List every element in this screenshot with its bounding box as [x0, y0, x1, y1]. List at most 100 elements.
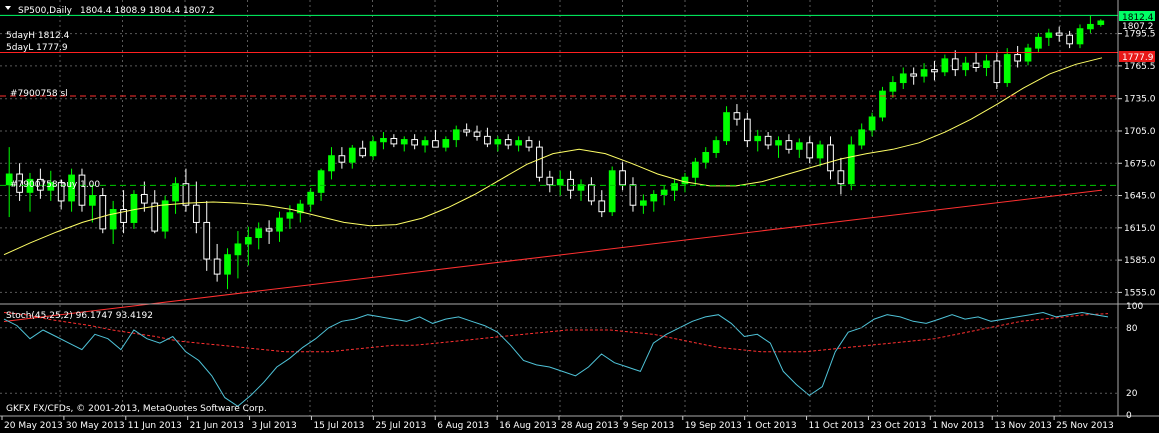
candle-body [99, 195, 107, 230]
candle-body [1055, 32, 1063, 36]
candle-body [608, 170, 616, 213]
candle-body [1076, 28, 1084, 45]
symbol-header: SP500,Daily 1804.4 1808.9 1804.4 1807.2 [5, 6, 215, 16]
time-tick-label: 1 Nov 2013 [932, 421, 984, 431]
candle-body [307, 191, 315, 205]
candle-body [338, 155, 346, 163]
candle-body [1066, 34, 1073, 45]
candle-body [941, 58, 949, 73]
stop-loss-label: #7900758 sl [10, 89, 68, 99]
candle-body [411, 139, 419, 146]
time-tick-label: 16 Aug 2013 [499, 421, 557, 431]
time-tick-label: 19 Sep 2013 [685, 421, 742, 431]
candle-body [130, 193, 138, 223]
candle-body [588, 184, 595, 202]
candle-body [192, 204, 200, 223]
candle-body [369, 141, 377, 157]
candle-body [712, 140, 720, 153]
candle-body [951, 58, 959, 71]
candle-body [556, 178, 564, 186]
candle-body [733, 112, 741, 120]
candle-body [536, 146, 543, 178]
candle-body [89, 195, 96, 206]
candle-body [265, 228, 273, 232]
time-tick-label: 15 Jul 2013 [313, 421, 364, 431]
candle-body [629, 184, 637, 206]
candle-body [650, 193, 658, 202]
candle-body [806, 142, 814, 159]
candle-body [723, 112, 730, 142]
candle-body [962, 62, 970, 71]
time-tick-label: 25 Jul 2013 [375, 421, 426, 431]
candle-body [151, 202, 159, 232]
price-tick-label: 1585.0 [1124, 256, 1156, 266]
candle-body [515, 140, 522, 146]
candle-body [1014, 54, 1021, 62]
candle-body [858, 129, 866, 146]
candle-body [671, 183, 678, 191]
candle-body [1003, 54, 1011, 84]
time-tick-label: 30 May 2013 [66, 421, 125, 431]
candle-body [400, 139, 408, 145]
candle-body [847, 144, 855, 185]
candle-body [432, 140, 439, 148]
candle-body [140, 193, 148, 204]
price-tick-label: 1555.0 [1124, 288, 1156, 298]
buy-order-label: #7900758 buy 1.00 [10, 180, 100, 190]
price-tick-label: 1735.0 [1124, 95, 1156, 105]
stochastic-label: Stoch(45,25,2) 96.1747 93.4192 [6, 311, 153, 321]
candle-body [795, 142, 803, 150]
candle-body [785, 140, 793, 150]
candle-body [484, 135, 491, 145]
candle-body [1024, 47, 1032, 62]
candle-body [598, 200, 606, 213]
candle-body [255, 228, 263, 239]
candle-body [910, 73, 918, 77]
candle-body [567, 178, 574, 191]
stochastic-level-label: 20 [1126, 389, 1138, 399]
time-tick-label: 1 Oct 2013 [747, 421, 797, 431]
time-tick-label: 25 Nov 2013 [1056, 421, 1114, 431]
candle-body [109, 209, 117, 230]
symbol-name: SP500,Daily [18, 6, 73, 16]
copyright-text: GKFX FX/CFDs, © 2001-2013, MetaQuotes So… [6, 404, 267, 414]
candle-body [868, 116, 876, 131]
candle-body [691, 161, 699, 178]
price-chart[interactable]: 1555.0 1585.0 1615.0 1645.0 1675.0 1705.0 1735… [0, 0, 1159, 433]
candle-body [754, 135, 762, 142]
svg-text:1777.9: 1777.9 [1122, 53, 1154, 63]
stochastic-level-label: 80 [1126, 324, 1138, 334]
current-price-badge: 1807.2 [1119, 21, 1155, 32]
time-tick-label: 23 Oct 2013 [870, 421, 926, 431]
price-axis: 1555.0 1585.0 1615.0 1645.0 1675.0 1705.0 1735… [1118, 30, 1156, 298]
candle-body [286, 212, 294, 219]
price-tick-label: 1675.0 [1124, 159, 1156, 169]
price-tick-label: 1645.0 [1124, 192, 1156, 202]
candle-body [775, 140, 782, 146]
candle-body [390, 138, 398, 145]
candle-body [380, 138, 387, 143]
candle-body [899, 73, 907, 84]
candle-body [203, 221, 211, 260]
price-tick-label: 1705.0 [1124, 127, 1156, 137]
candle-body [348, 147, 356, 163]
five-day-low-label: 5dayL 1777.9 [6, 43, 68, 53]
time-tick-label: 20 May 2013 [4, 421, 63, 431]
candle-body [452, 129, 460, 141]
time-tick-label: 28 Aug 2013 [561, 421, 619, 431]
candle-body [983, 60, 990, 68]
candle-body [619, 170, 626, 186]
candle-body [525, 140, 533, 148]
candle-body [224, 254, 231, 275]
candle-body [473, 131, 481, 137]
candle-body [213, 258, 221, 275]
candle-body [546, 176, 554, 186]
candle-body [463, 129, 470, 133]
candle-body [1097, 20, 1105, 25]
svg-text:1807.2: 1807.2 [1122, 22, 1154, 32]
candle-body [660, 189, 668, 195]
time-tick-label: 9 Sep 2013 [623, 421, 674, 431]
candle-body [920, 69, 928, 77]
candle-body [317, 170, 325, 193]
candle-body [1035, 36, 1042, 49]
